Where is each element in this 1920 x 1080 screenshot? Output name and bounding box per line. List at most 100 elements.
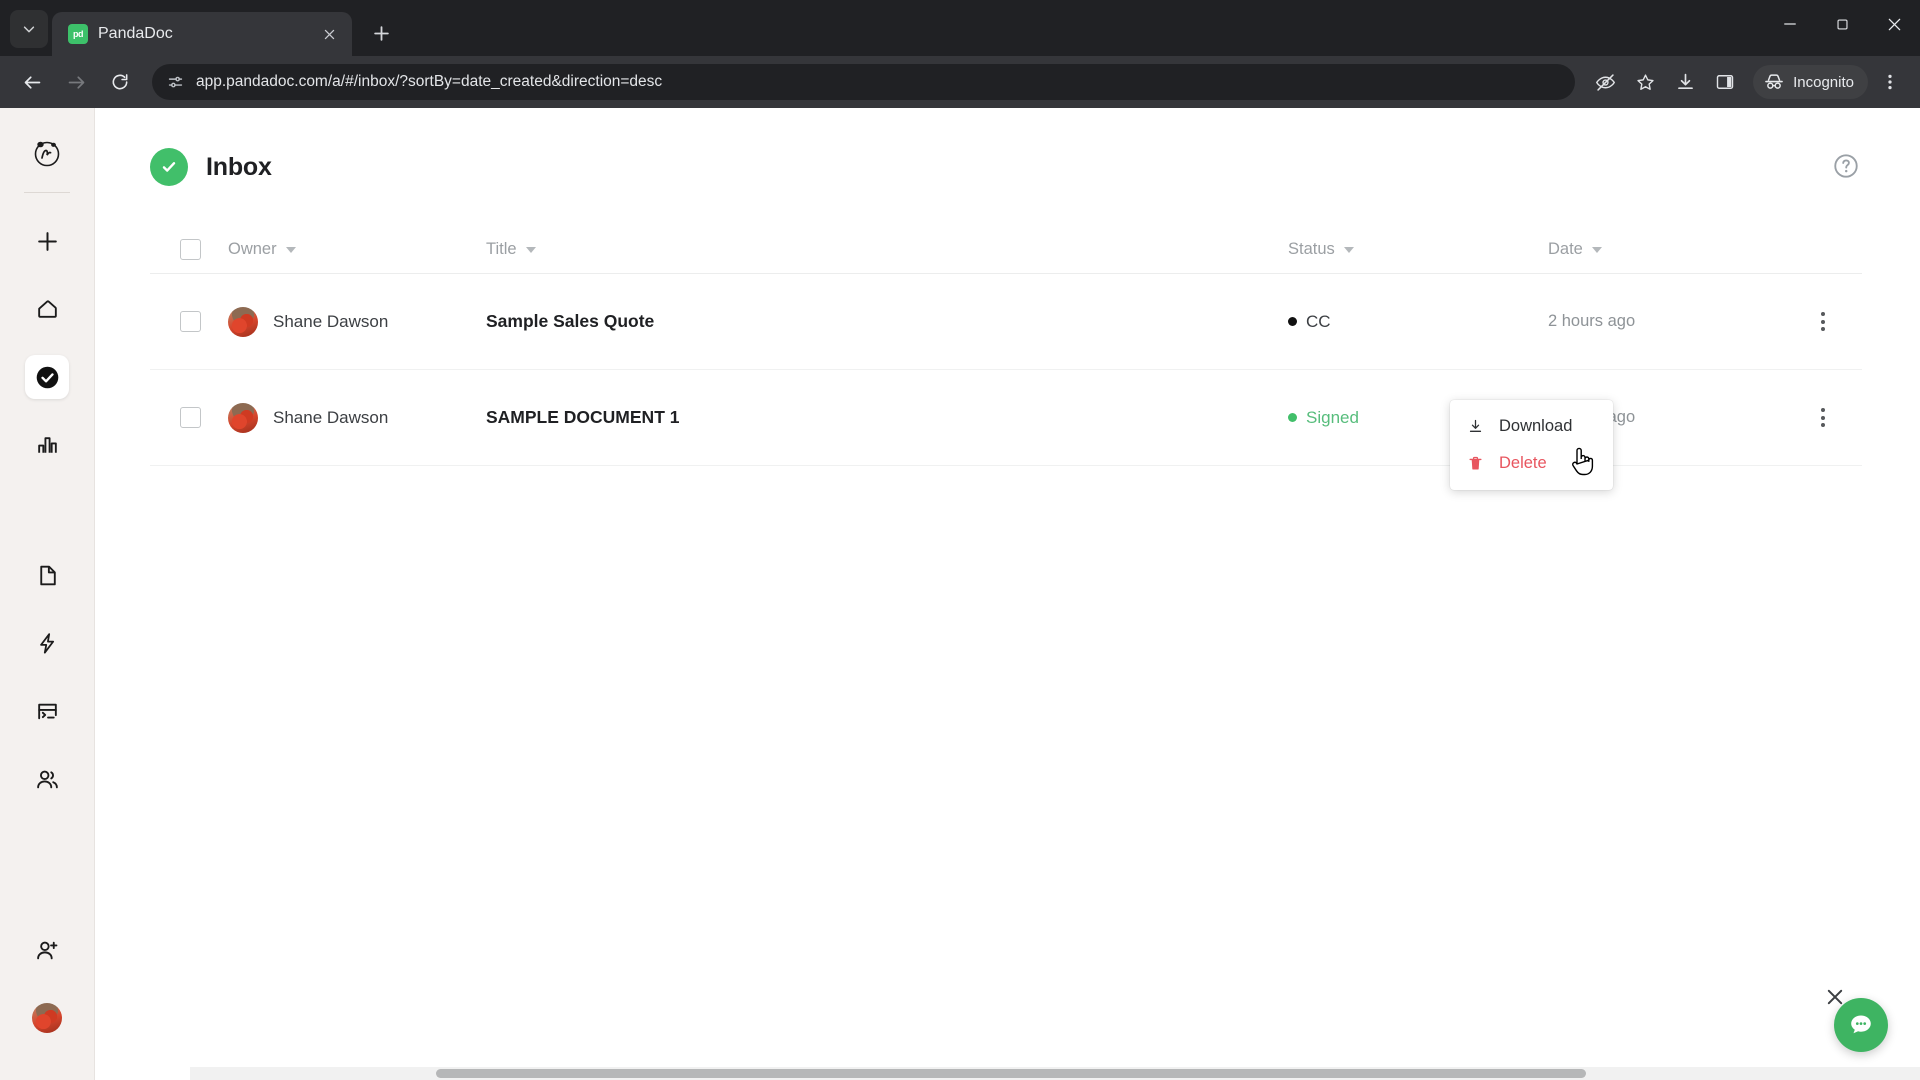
forward-button[interactable]: [56, 62, 96, 102]
owner-name: Shane Dawson: [273, 311, 389, 331]
context-menu-label-download: Download: [1499, 417, 1573, 435]
bar-chart-icon: [37, 436, 57, 453]
sidebar-item-home[interactable]: [25, 287, 69, 331]
sidebar-item-forms[interactable]: [25, 689, 69, 733]
close-icon: [1827, 989, 1843, 1005]
browser-menu-button[interactable]: [1872, 64, 1908, 100]
tracking-protection-button[interactable]: [1587, 64, 1623, 100]
tab-strip: pd PandaDoc: [0, 0, 1920, 56]
column-label-title: Title: [486, 240, 517, 258]
chat-bubble-icon: [1851, 1015, 1871, 1034]
status-badge: CC: [1306, 311, 1331, 331]
star-icon: [1636, 73, 1654, 90]
chevron-down-icon: [1343, 246, 1354, 253]
address-bar[interactable]: app.pandadoc.com/a/#/inbox/?sortBy=date_…: [152, 64, 1576, 100]
row-checkbox[interactable]: [180, 311, 201, 332]
column-header-title[interactable]: Title: [486, 240, 1288, 259]
context-menu-item-delete[interactable]: Delete: [1450, 445, 1613, 482]
horizontal-scrollbar[interactable]: [190, 1067, 1920, 1080]
sidebar-item-documents[interactable]: [25, 553, 69, 597]
favicon-text: pd: [73, 29, 84, 39]
home-icon: [37, 299, 57, 318]
column-label-date: Date: [1548, 240, 1583, 258]
chevron-down-icon: [23, 26, 35, 33]
panda-logo-glyph: [34, 141, 60, 167]
select-all-checkbox[interactable]: [180, 239, 201, 260]
scrollbar-thumb[interactable]: [436, 1069, 1586, 1078]
form-window-icon: [37, 703, 57, 719]
bookmark-button[interactable]: [1627, 64, 1663, 100]
eye-slash-icon: [1595, 73, 1615, 91]
sidebar-item-create-new[interactable]: [25, 219, 69, 263]
browser-tab[interactable]: pd PandaDoc: [52, 12, 352, 56]
column-header-owner[interactable]: Owner: [228, 240, 486, 259]
plus-icon: [373, 25, 389, 41]
site-settings-icon[interactable]: [164, 71, 186, 93]
column-header-date[interactable]: Date: [1548, 240, 1788, 259]
people-icon: [36, 770, 58, 788]
page-title: Inbox: [206, 152, 272, 181]
sidebar-item-contacts[interactable]: [25, 757, 69, 801]
sidebar-item-reports[interactable]: [25, 423, 69, 467]
avatar: [228, 306, 258, 337]
add-user-icon: [36, 941, 57, 959]
context-menu-item-download[interactable]: Download: [1450, 408, 1613, 445]
incognito-label: Incognito: [1793, 73, 1854, 91]
sidebar-item-account-avatar[interactable]: [25, 996, 69, 1040]
incognito-hat-icon: [1765, 74, 1783, 89]
window-close-button[interactable]: [1868, 0, 1920, 48]
row-checkbox[interactable]: [180, 407, 201, 428]
browser-window: pd PandaDoc app.pandadoc.com/a/#/inbox/?…: [0, 0, 1920, 1080]
row-select-cell: [154, 407, 228, 428]
reload-icon: [112, 74, 128, 90]
download-icon: [1677, 73, 1693, 89]
sliders-icon: [168, 76, 182, 87]
pandadoc-favicon: pd: [68, 24, 88, 44]
help-button[interactable]: [1832, 152, 1862, 182]
column-header-status[interactable]: Status: [1288, 240, 1548, 259]
side-panel-icon: [1716, 75, 1734, 89]
page-header: Inbox: [150, 148, 1862, 186]
maximize-icon: [1836, 18, 1848, 30]
incognito-indicator[interactable]: Incognito: [1753, 65, 1868, 99]
column-label-owner: Owner: [228, 240, 277, 258]
table-row[interactable]: Shane Dawson Sample Sales Quote CC 2 hou…: [150, 274, 1862, 370]
tab-search-button[interactable]: [10, 10, 48, 48]
maximize-button[interactable]: [1816, 0, 1868, 48]
column-label-status: Status: [1288, 240, 1335, 258]
row-actions-button[interactable]: [1788, 408, 1858, 427]
tab-close-button[interactable]: [316, 21, 342, 47]
cell-title[interactable]: SAMPLE DOCUMENT 1: [486, 407, 1288, 428]
sidebar-divider: [24, 192, 70, 193]
back-arrow-icon: [24, 75, 40, 89]
browser-toolbar: app.pandadoc.com/a/#/inbox/?sortBy=date_…: [0, 56, 1920, 108]
url-text[interactable]: app.pandadoc.com/a/#/inbox/?sortBy=date_…: [196, 73, 662, 91]
chat-close-button[interactable]: [1826, 988, 1844, 1006]
avatar: [32, 1003, 62, 1033]
status-dot: [1288, 317, 1297, 326]
sidebar-item-automations[interactable]: [25, 621, 69, 665]
sidebar-item-invite-user[interactable]: [25, 928, 69, 972]
table-header-row: Owner Title Status Date: [150, 226, 1862, 274]
new-tab-button[interactable]: [362, 14, 400, 52]
chat-widget-button[interactable]: [1834, 998, 1888, 1052]
cell-title[interactable]: Sample Sales Quote: [486, 311, 1288, 332]
tab-title: PandaDoc: [98, 25, 173, 42]
select-all-cell: [154, 239, 228, 260]
minimize-button[interactable]: [1764, 0, 1816, 48]
reload-button[interactable]: [100, 62, 140, 102]
side-panel-button[interactable]: [1707, 64, 1743, 100]
forward-arrow-icon: [68, 75, 84, 89]
row-actions-button[interactable]: [1788, 312, 1858, 331]
page-viewport: Inbox Owner Title Status Date Shane Daws…: [0, 108, 1920, 1080]
pandadoc-logo-icon[interactable]: [24, 130, 70, 176]
row-select-cell: [154, 311, 228, 332]
document-icon: [39, 565, 56, 585]
three-dot-menu-icon: [1888, 74, 1892, 90]
document-title: SAMPLE DOCUMENT 1: [486, 407, 680, 427]
back-button[interactable]: [12, 62, 52, 102]
downloads-button[interactable]: [1667, 64, 1703, 100]
close-icon: [324, 29, 334, 39]
cell-owner: Shane Dawson: [228, 306, 486, 337]
sidebar-item-inbox[interactable]: [25, 355, 69, 399]
